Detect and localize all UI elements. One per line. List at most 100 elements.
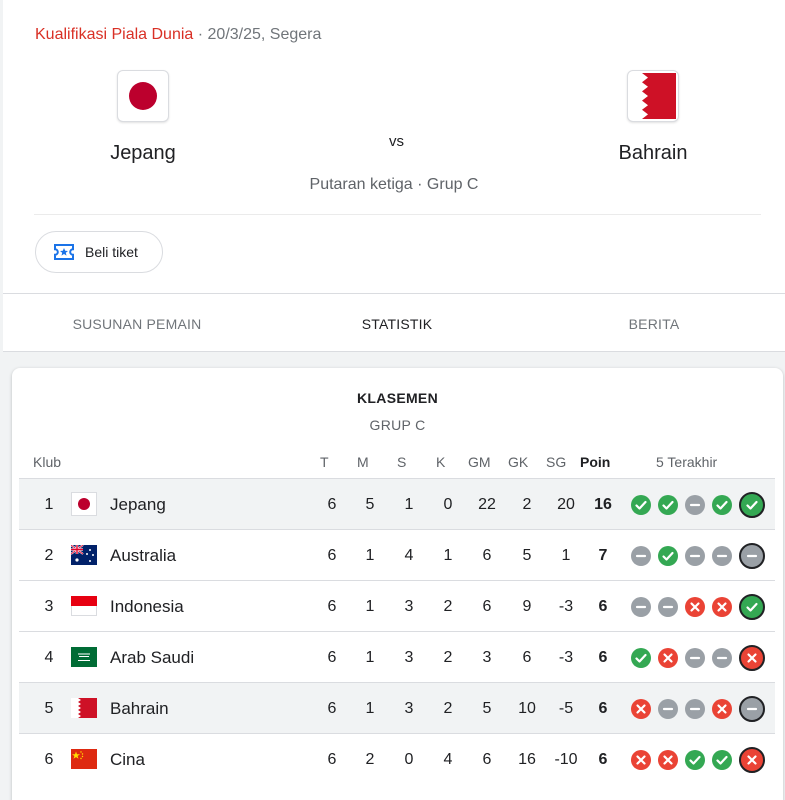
standings-title: KLASEMEN [357, 390, 438, 406]
match-header: Kualifikasi Piala Dunia · 20/3/25, Seger… [35, 26, 321, 44]
form-loss-icon[interactable] [631, 698, 651, 719]
china-flag-icon [71, 747, 97, 771]
header-goals-for: GM [468, 454, 491, 470]
row-points: 16 [594, 496, 612, 513]
form-win-icon[interactable] [631, 494, 651, 515]
round-label: Putaran ketiga · Grup C [309, 176, 479, 193]
form-loss-icon[interactable] [631, 749, 651, 770]
form-loss-icon[interactable] [739, 644, 765, 671]
row-gm: 5 [482, 700, 492, 717]
row-club-name: Arab Saudi [110, 648, 195, 667]
form-loss-icon[interactable] [658, 647, 678, 668]
tab-bar: SUSUNAN PEMAIN STATISTIK BERITA [3, 293, 785, 353]
form-win-icon[interactable] [631, 647, 651, 668]
row-position: 4 [44, 649, 54, 666]
last-five-form [631, 581, 765, 632]
row-position: 3 [44, 598, 54, 615]
buy-ticket-label: Beli tiket [85, 244, 138, 260]
form-draw-icon[interactable] [631, 545, 651, 566]
home-team-name: Jepang [110, 142, 176, 164]
row-s: 3 [404, 700, 414, 717]
form-draw-icon[interactable] [739, 542, 765, 569]
table-row[interactable]: 2 Australia 6 1 4 1 6 5 1 7 [19, 529, 775, 580]
table-row[interactable]: 3 Indonesia 6 1 3 2 6 9 -3 6 [19, 580, 775, 631]
form-loss-icon[interactable] [685, 596, 705, 617]
row-t: 6 [327, 598, 337, 615]
last-five-form [631, 632, 765, 683]
row-m: 2 [365, 751, 375, 768]
vs-label: vs [389, 133, 404, 150]
form-draw-icon[interactable] [739, 695, 765, 722]
away-team[interactable]: Bahrain [553, 70, 753, 165]
form-loss-icon[interactable] [712, 596, 732, 617]
standings-card: KLASEMEN GRUP C Klub T M S K GM GK SG Po… [12, 368, 783, 800]
match-card: Kualifikasi Piala Dunia · 20/3/25, Seger… [3, 0, 785, 352]
form-draw-icon[interactable] [685, 698, 705, 719]
row-position: 2 [44, 547, 54, 564]
form-win-icon[interactable] [658, 494, 678, 515]
row-gm: 3 [482, 649, 492, 666]
table-row[interactable]: 4 Arab Saudi 6 1 3 2 3 6 -3 6 [19, 631, 775, 682]
row-gk: 6 [522, 649, 532, 666]
row-club-name: Jepang [110, 495, 166, 514]
row-position: 6 [44, 751, 54, 768]
form-draw-icon[interactable] [685, 494, 705, 515]
row-t: 6 [327, 700, 337, 717]
row-t: 6 [327, 496, 337, 513]
tab-stats[interactable]: STATISTIK [271, 294, 523, 354]
form-draw-icon[interactable] [658, 596, 678, 617]
row-k: 0 [443, 496, 453, 513]
table-row[interactable]: 6 Cina 6 2 0 4 6 16 -10 6 [19, 733, 775, 784]
row-k: 4 [443, 751, 453, 768]
form-loss-icon[interactable] [739, 746, 765, 773]
bahrain-flag-icon [71, 696, 97, 720]
form-win-icon[interactable] [739, 491, 765, 518]
form-draw-icon[interactable] [631, 596, 651, 617]
australia-flag-icon [71, 543, 97, 567]
buy-ticket-button[interactable]: Beli tiket [35, 231, 163, 273]
standings-group: GRUP C [369, 417, 426, 433]
header-played: T [320, 454, 329, 470]
form-win-icon[interactable] [712, 494, 732, 515]
last-five-form [631, 683, 765, 734]
row-points: 6 [598, 598, 608, 615]
form-draw-icon[interactable] [712, 545, 732, 566]
row-club-name: Australia [110, 546, 177, 565]
row-s: 0 [404, 751, 414, 768]
indonesia-flag-icon [71, 594, 97, 618]
row-k: 2 [443, 598, 453, 615]
form-win-icon[interactable] [739, 593, 765, 620]
row-t: 6 [327, 649, 337, 666]
form-loss-icon[interactable] [658, 749, 678, 770]
bahrain-flag-icon [627, 70, 679, 122]
form-loss-icon[interactable] [712, 698, 732, 719]
row-s: 3 [404, 598, 414, 615]
last-five-form [631, 734, 765, 785]
row-gm: 6 [482, 751, 492, 768]
row-m: 1 [365, 598, 375, 615]
header-last-five: 5 Terakhir [656, 454, 718, 470]
table-row[interactable]: 1 Jepang 6 5 1 0 22 2 20 16 [19, 478, 775, 529]
tab-lineup[interactable]: SUSUNAN PEMAIN [3, 294, 271, 354]
saudi-arabia-flag-icon [71, 645, 97, 669]
tab-news[interactable]: BERITA [523, 294, 785, 354]
row-k: 2 [443, 649, 453, 666]
row-k: 1 [443, 547, 453, 564]
row-m: 5 [365, 496, 375, 513]
row-s: 4 [404, 547, 414, 564]
away-team-name: Bahrain [618, 142, 688, 164]
form-draw-icon[interactable] [685, 647, 705, 668]
form-draw-icon[interactable] [658, 698, 678, 719]
table-row[interactable]: 5 Bahrain 6 1 3 2 5 10 -5 6 [19, 682, 775, 733]
japan-flag-icon [117, 70, 169, 122]
form-win-icon[interactable] [712, 749, 732, 770]
form-draw-icon[interactable] [685, 545, 705, 566]
row-t: 6 [327, 751, 337, 768]
form-win-icon[interactable] [685, 749, 705, 770]
form-draw-icon[interactable] [712, 647, 732, 668]
home-team[interactable]: Jepang [43, 70, 243, 165]
competition-link[interactable]: Kualifikasi Piala Dunia [35, 26, 193, 43]
row-club-name: Cina [110, 750, 145, 769]
last-five-form [631, 479, 765, 530]
form-win-icon[interactable] [658, 545, 678, 566]
